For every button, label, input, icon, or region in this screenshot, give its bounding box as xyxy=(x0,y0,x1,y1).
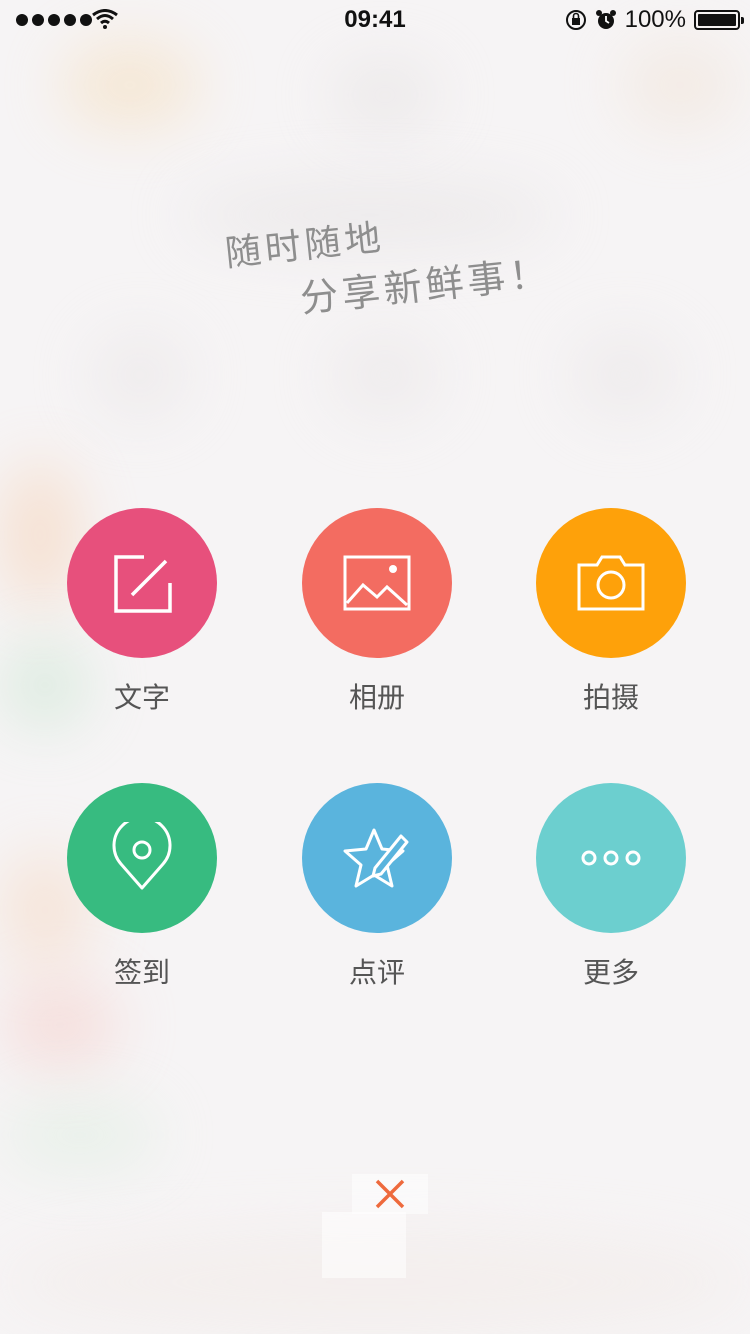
action-text-button[interactable]: 文字 xyxy=(67,508,217,716)
edit-icon xyxy=(114,555,172,613)
battery-percent: 100% xyxy=(624,6,686,33)
action-circle[interactable] xyxy=(536,783,686,933)
action-circle[interactable] xyxy=(302,508,452,658)
alarm-icon xyxy=(595,10,616,29)
action-circle[interactable] xyxy=(536,508,686,658)
action-circle[interactable] xyxy=(67,508,217,658)
action-label: 拍摄 xyxy=(582,681,639,714)
location-pin-icon xyxy=(112,822,172,890)
action-label: 相册 xyxy=(348,681,405,714)
action-album-button[interactable]: 相册 xyxy=(302,508,452,716)
action-label: 签到 xyxy=(113,956,170,989)
battery-icon xyxy=(694,10,744,30)
action-label: 文字 xyxy=(113,681,170,714)
star-review-icon xyxy=(343,828,409,888)
close-icon xyxy=(375,1179,405,1209)
action-checkin-button[interactable]: 签到 xyxy=(67,783,217,991)
close-button[interactable] xyxy=(352,1174,428,1214)
camera-icon xyxy=(577,555,645,611)
more-dots-icon xyxy=(581,850,641,866)
rotation-lock-icon xyxy=(565,10,586,30)
action-camera-button[interactable]: 拍摄 xyxy=(536,508,686,716)
album-icon xyxy=(343,555,411,611)
action-label: 点评 xyxy=(348,956,405,989)
close-button-base xyxy=(322,1212,406,1278)
action-review-button[interactable]: 点评 xyxy=(302,783,452,991)
action-label: 更多 xyxy=(582,956,639,989)
status-bar: 09:41 100% xyxy=(0,0,750,40)
action-more-button[interactable]: 更多 xyxy=(536,783,686,991)
action-circle[interactable] xyxy=(302,783,452,933)
action-circle[interactable] xyxy=(67,783,217,933)
